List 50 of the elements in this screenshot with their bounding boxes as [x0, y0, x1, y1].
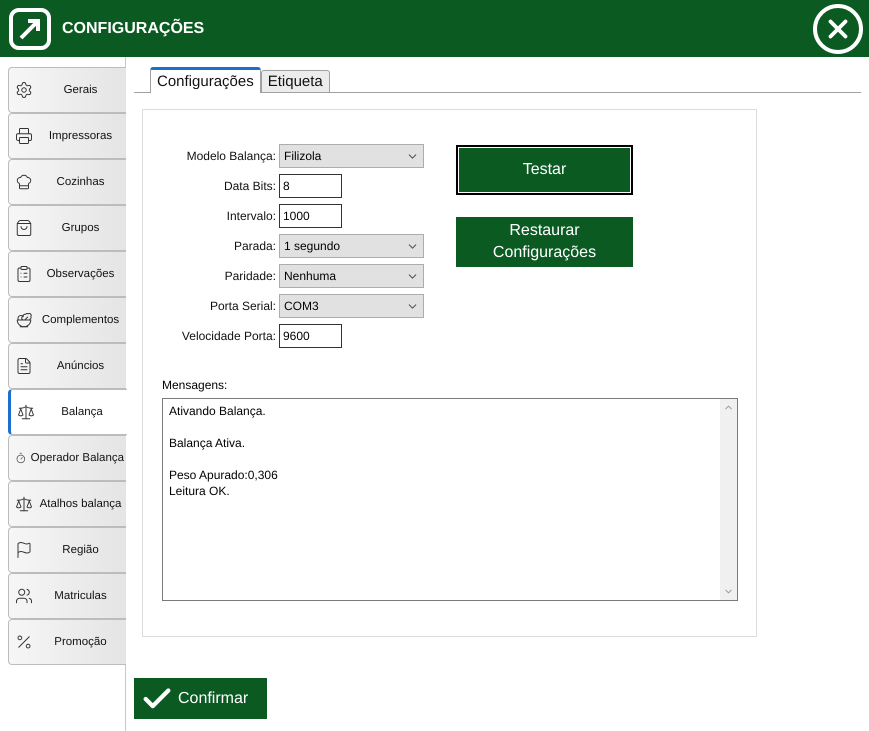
tab[interactable]: Configurações: [150, 67, 261, 93]
scale-icon: [15, 495, 33, 513]
flag-icon: [15, 541, 33, 559]
sidebar-item[interactable]: Promoção: [8, 619, 126, 665]
sidebar-item[interactable]: Matriculas: [8, 573, 126, 619]
scale-icon: [17, 403, 35, 421]
sidebar-item[interactable]: Região: [8, 527, 126, 573]
printer-icon: [15, 127, 33, 145]
dropdown[interactable]: COM3: [279, 294, 424, 318]
messages-label: Mensagens:: [162, 378, 228, 392]
sidebar-item[interactable]: Balança: [8, 389, 127, 435]
chef-hat-icon: [15, 173, 33, 191]
sidebar-item[interactable]: Complementos: [8, 297, 126, 343]
scrollbar[interactable]: [720, 399, 737, 600]
tab[interactable]: Etiqueta: [260, 70, 330, 92]
dropdown[interactable]: Filizola: [279, 144, 424, 168]
field-label: Intervalo:: [226, 209, 276, 223]
percent-icon: [15, 633, 33, 651]
dropdown[interactable]: 1 segundo: [279, 234, 424, 258]
action-button[interactable]: Restaurar Configurações: [456, 217, 633, 267]
sidebar-item[interactable]: Gerais: [8, 67, 126, 113]
sidebar-item[interactable]: Impressoras: [8, 113, 126, 159]
sidebar-item[interactable]: Atalhos balança: [8, 481, 126, 527]
field-label: Paridade:: [224, 269, 276, 283]
sidebar-item[interactable]: Observações: [8, 251, 126, 297]
sidebar-item[interactable]: Cozinhas: [8, 159, 126, 205]
field-label: Modelo Balança:: [186, 149, 276, 163]
sidebar-item[interactable]: Anúncios: [8, 343, 126, 389]
window-title: CONFIGURAÇÕES: [62, 20, 206, 38]
field-label: Data Bits:: [222, 179, 276, 193]
bowl-icon: [15, 311, 33, 329]
bag-icon: [15, 219, 33, 237]
gear-icon: [15, 81, 33, 99]
people-icon: [15, 587, 33, 605]
dropdown[interactable]: Nenhuma: [279, 264, 424, 288]
field-label: Velocidade Porta:: [180, 329, 276, 343]
input-field[interactable]: 1000: [279, 204, 342, 228]
sidebar-item[interactable]: Operador Balança: [8, 435, 126, 481]
messages-box[interactable]: Ativando Balança. Balança Ativa. Peso Apurado:0,306 Leitura OK.: [162, 398, 738, 601]
input-field[interactable]: 9600: [279, 324, 342, 348]
sidebar-item[interactable]: Grupos: [8, 205, 126, 251]
confirm-button[interactable]: Confirmar: [134, 678, 267, 719]
field-label: Porta Serial:: [208, 299, 276, 313]
close-button[interactable]: [813, 4, 863, 54]
logo-icon: [8, 6, 52, 50]
input-field[interactable]: 8: [279, 174, 342, 198]
action-button[interactable]: Testar: [456, 145, 633, 195]
clipboard-icon: [15, 265, 33, 283]
document-icon: [15, 357, 33, 375]
field-label: Parada:: [232, 239, 276, 253]
